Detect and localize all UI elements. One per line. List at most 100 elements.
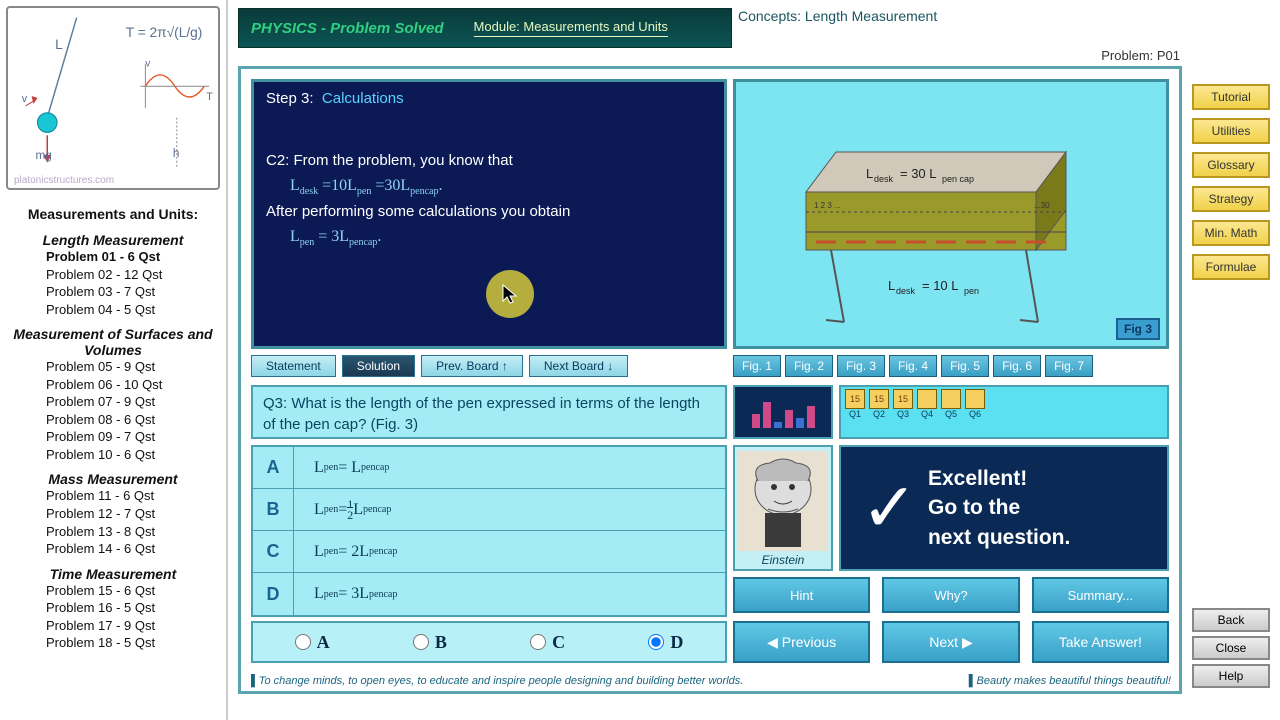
feedback-panel: ✓ Excellent! Go to the next question. — [839, 445, 1169, 571]
score-item: Q4 — [917, 389, 937, 419]
svg-text:T = 2π√(L/g): T = 2π√(L/g) — [126, 25, 203, 40]
topics-list: Measurements and Units: Length Measureme… — [0, 196, 226, 656]
problem-link[interactable]: Problem 02 - 12 Qst — [46, 266, 220, 284]
problem-link[interactable]: Problem 04 - 5 Qst — [46, 301, 220, 319]
svg-text:L: L — [888, 278, 895, 293]
next-button[interactable]: Next ▶ — [882, 621, 1019, 663]
problem-link[interactable]: Problem 13 - 8 Qst — [46, 523, 220, 541]
svg-text:...30: ...30 — [1034, 201, 1050, 210]
cursor-highlight — [486, 270, 534, 318]
formulae-button[interactable]: Formulae — [1192, 254, 1270, 280]
score-item: Q6 — [965, 389, 985, 419]
fig-tab[interactable]: Fig. 3 — [837, 355, 885, 377]
fig-tab[interactable]: Fig. 4 — [889, 355, 937, 377]
svg-text:1 2 3 ...: 1 2 3 ... — [814, 201, 841, 210]
problem-link[interactable]: Problem 09 - 7 Qst — [46, 428, 220, 446]
problem-link[interactable]: Problem 08 - 6 Qst — [46, 411, 220, 429]
svg-text:L: L — [866, 166, 873, 181]
radio-a[interactable]: A — [295, 632, 330, 653]
summary-button[interactable]: Summary... — [1032, 577, 1169, 613]
svg-text:= 10 L: = 10 L — [922, 278, 959, 293]
problem-link[interactable]: Problem 01 - 6 Qst — [46, 248, 220, 266]
svg-text:L: L — [55, 37, 63, 52]
tutorial-button[interactable]: Tutorial — [1192, 84, 1270, 110]
watermark: platonicstructures.com — [14, 175, 114, 186]
glossary-button[interactable]: Glossary — [1192, 152, 1270, 178]
fig-tab[interactable]: Fig. 2 — [785, 355, 833, 377]
strategy-button[interactable]: Strategy — [1192, 186, 1270, 212]
score-item: 15Q2 — [869, 389, 889, 419]
score-item: 15Q1 — [845, 389, 865, 419]
hint-row: Hint Why? Summary... — [733, 577, 1169, 613]
problem-link[interactable]: Problem 14 - 6 Qst — [46, 540, 220, 558]
left-sidebar: L T = 2π√(L/g) mg v T v h platonicstruct… — [0, 0, 228, 720]
problem-id: Problem: P01 — [1101, 48, 1180, 63]
take-answer-button[interactable]: Take Answer! — [1032, 621, 1169, 663]
svg-text:v: v — [22, 93, 28, 105]
section-header: Mass Measurement — [6, 471, 220, 487]
min--math-button[interactable]: Min. Math — [1192, 220, 1270, 246]
figure-badge: Fig 3 — [1116, 318, 1160, 340]
problem-link[interactable]: Problem 17 - 9 Qst — [46, 617, 220, 635]
footer: ▌To change minds, to open eyes, to educa… — [251, 675, 1171, 687]
hint-button[interactable]: Hint — [733, 577, 870, 613]
stats-chart — [733, 385, 833, 439]
radio-c[interactable]: C — [530, 632, 565, 653]
section-header: Measurement of Surfaces and Volumes — [6, 326, 220, 358]
fig-tab[interactable]: Fig. 7 — [1045, 355, 1093, 377]
section-header: Time Measurement — [6, 566, 220, 582]
problem-link[interactable]: Problem 12 - 7 Qst — [46, 505, 220, 523]
app-title: PHYSICS - Problem Solved — [251, 20, 444, 37]
help-button[interactable]: Help — [1192, 664, 1270, 688]
svg-text:T: T — [206, 91, 213, 103]
radio-b[interactable]: B — [413, 632, 447, 653]
problem-link[interactable]: Problem 11 - 6 Qst — [46, 487, 220, 505]
problem-link[interactable]: Problem 16 - 5 Qst — [46, 599, 220, 617]
section-header: Length Measurement — [6, 232, 220, 248]
next-board-button[interactable]: Next Board ↓ — [529, 355, 628, 377]
svg-text:desk: desk — [896, 286, 916, 296]
fig-tab[interactable]: Fig. 5 — [941, 355, 989, 377]
answer-c: CLpen = 2Lpencap — [253, 531, 725, 573]
header-bar: PHYSICS - Problem Solved Module: Measure… — [238, 8, 732, 48]
prev-board-button[interactable]: Prev. Board ↑ — [421, 355, 523, 377]
svg-text:v: v — [145, 59, 150, 70]
answer-d: DLpen = 3Lpencap — [253, 573, 725, 615]
svg-text:= 30 L: = 30 L — [900, 166, 937, 181]
statement-tab[interactable]: Statement — [251, 355, 336, 377]
module-label: Module: Measurements and Units — [474, 19, 668, 37]
previous-button[interactable]: ◀ Previous — [733, 621, 870, 663]
pendulum-diagram: L T = 2π√(L/g) mg v T v h platonicstruct… — [6, 6, 220, 190]
why-button[interactable]: Why? — [882, 577, 1019, 613]
fig-tab[interactable]: Fig. 6 — [993, 355, 1041, 377]
problem-link[interactable]: Problem 15 - 6 Qst — [46, 582, 220, 600]
checkmark-icon: ✓ — [861, 469, 918, 548]
radio-d[interactable]: D — [648, 632, 683, 653]
answer-b: BLpen = 12 Lpencap — [253, 489, 725, 531]
score-panel: 15Q115Q215Q3Q4Q5Q6 — [839, 385, 1169, 439]
problem-link[interactable]: Problem 05 - 9 Qst — [46, 358, 220, 376]
score-item: Q5 — [941, 389, 961, 419]
answer-a: ALpen = Lpencap — [253, 447, 725, 489]
problem-link[interactable]: Problem 18 - 5 Qst — [46, 634, 220, 652]
figure-panel: 1 2 3 ... ...30 Ldesk= 30 Lpen cap Ldesk… — [733, 79, 1169, 349]
fig-tab[interactable]: Fig. 1 — [733, 355, 781, 377]
answer-radios: A B C D — [251, 621, 727, 663]
problem-link[interactable]: Problem 03 - 7 Qst — [46, 283, 220, 301]
einstein-image — [738, 451, 828, 551]
utilities-button[interactable]: Utilities — [1192, 118, 1270, 144]
problem-link[interactable]: Problem 10 - 6 Qst — [46, 446, 220, 464]
svg-text:pen: pen — [964, 286, 979, 296]
nav-row: ◀ Previous Next ▶ Take Answer! — [733, 621, 1169, 663]
answers-panel: ALpen = Lpencap BLpen = 12 Lpencap CLpen… — [251, 445, 727, 617]
solution-tab[interactable]: Solution — [342, 355, 415, 377]
close-button[interactable]: Close — [1192, 636, 1270, 660]
topics-title: Measurements and Units: — [6, 206, 220, 222]
problem-link[interactable]: Problem 07 - 9 Qst — [46, 393, 220, 411]
svg-text:pen cap: pen cap — [942, 174, 974, 184]
right-buttons: Tutorial Utilities Glossary Strategy Min. Ma… — [1192, 84, 1270, 280]
back-button[interactable]: Back — [1192, 608, 1270, 632]
header-concepts: Concepts: Length Measurement — [738, 8, 937, 24]
bottom-buttons: Back Close Help — [1192, 608, 1270, 688]
problem-link[interactable]: Problem 06 - 10 Qst — [46, 376, 220, 394]
